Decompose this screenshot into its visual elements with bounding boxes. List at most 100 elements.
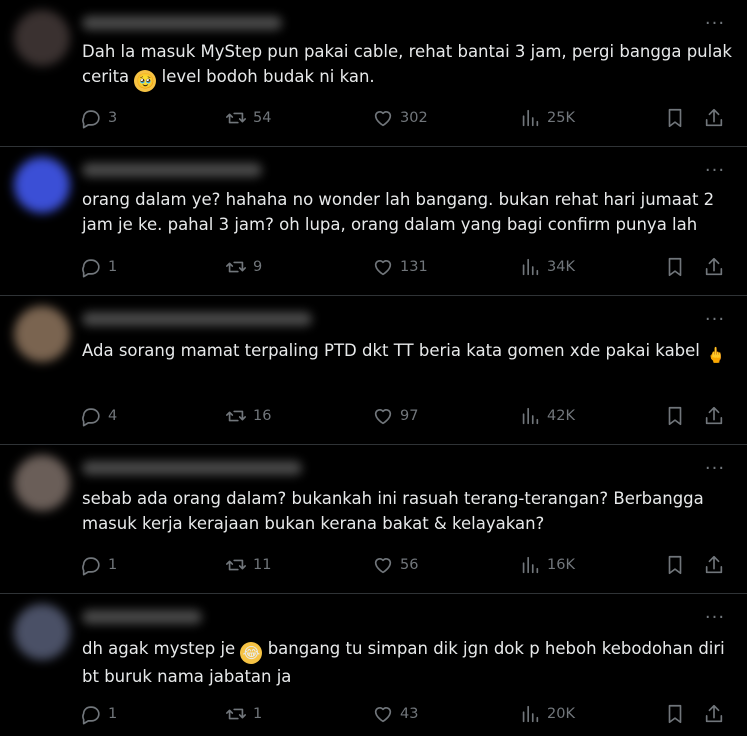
like-count: 131 (400, 259, 428, 275)
repost-button[interactable]: 16 (225, 404, 271, 428)
repost-icon (226, 112, 246, 124)
emoji-tears-of-joy-icon: 😂 (240, 642, 263, 664)
bookmark-icon (668, 406, 682, 426)
like-icon (374, 260, 392, 276)
views-icon (522, 556, 539, 574)
tweet-text-after: level bodoh budak ni kan. (161, 67, 375, 86)
reply-button[interactable]: 1 (80, 255, 117, 279)
more-options-button[interactable]: ··· (703, 15, 727, 38)
tweet-text-before: Ada sorang mamat terpaling PTD dkt TT be… (82, 341, 700, 360)
like-count: 43 (400, 706, 419, 722)
repost-button[interactable]: 1 (225, 702, 262, 726)
like-count: 56 (400, 557, 419, 573)
avatar[interactable] (14, 10, 70, 66)
repost-count: 16 (253, 408, 272, 424)
reply-count: 1 (108, 706, 118, 722)
like-button[interactable]: 43 (372, 702, 418, 726)
share-button[interactable] (703, 553, 725, 577)
avatar[interactable] (14, 604, 70, 660)
blurred-author-header (82, 610, 202, 624)
share-button[interactable] (703, 255, 725, 279)
views-count: 42K (547, 408, 575, 424)
share-icon (705, 704, 723, 723)
views-icon (522, 109, 539, 127)
reply-icon (82, 408, 100, 427)
share-icon (705, 257, 723, 276)
like-button[interactable]: 131 (372, 255, 428, 279)
blurred-author-header (82, 312, 312, 326)
more-options-button[interactable]: ··· (703, 311, 727, 334)
views-count: 25K (547, 110, 575, 126)
bookmark-icon (668, 704, 682, 724)
tweet-text: Dah la masuk MyStep pun pakai cable, reh… (82, 39, 733, 92)
views-count: 16K (547, 557, 575, 573)
bookmark-button[interactable] (664, 255, 686, 279)
reply-button[interactable]: 1 (80, 702, 117, 726)
repost-count: 1 (253, 706, 263, 722)
reply-count: 3 (108, 110, 118, 126)
avatar[interactable] (14, 157, 70, 213)
avatar[interactable] (14, 306, 70, 362)
like-icon (374, 409, 392, 425)
like-icon (374, 558, 392, 574)
reply-count: 1 (108, 259, 118, 275)
views-button[interactable]: 20K (519, 702, 575, 726)
bookmark-icon (668, 555, 682, 575)
share-button[interactable] (703, 106, 725, 130)
repost-button[interactable]: 54 (225, 106, 271, 130)
action-bar: 1 1 43 20K (80, 702, 732, 726)
like-icon (374, 111, 392, 127)
views-icon (522, 258, 539, 276)
views-button[interactable]: 34K (519, 255, 575, 279)
tweet-text-before: sebab ada orang dalam? bukankah ini rasu… (82, 489, 704, 533)
reply-button[interactable]: 3 (80, 106, 117, 130)
like-count: 97 (400, 408, 419, 424)
emoji-middle-finger-icon: 🖕 (706, 346, 726, 364)
reply-button[interactable]: 4 (80, 404, 117, 428)
views-button[interactable]: 25K (519, 106, 575, 130)
avatar[interactable] (14, 455, 70, 511)
repost-icon (226, 708, 246, 720)
tweet[interactable]: ··· sebab ada orang dalam? bukankah ini … (0, 445, 747, 594)
tweet[interactable]: ··· Dah la masuk MyStep pun pakai cable,… (0, 0, 747, 147)
tweet[interactable]: ··· orang dalam ye? hahaha no wonder lah… (0, 147, 747, 296)
share-icon (705, 108, 723, 127)
repost-button[interactable]: 9 (225, 255, 262, 279)
repost-button[interactable]: 11 (225, 553, 271, 577)
bookmark-button[interactable] (664, 702, 686, 726)
bookmark-button[interactable] (664, 404, 686, 428)
reply-button[interactable]: 1 (80, 553, 117, 577)
tweet-text: sebab ada orang dalam? bukankah ini rasu… (82, 486, 733, 536)
blurred-author-header (82, 16, 282, 30)
share-button[interactable] (703, 702, 725, 726)
repost-icon (226, 261, 246, 273)
views-count: 20K (547, 706, 575, 722)
tweet[interactable]: ··· Ada sorang mamat terpaling PTD dkt T… (0, 296, 747, 445)
reply-icon (82, 706, 100, 725)
action-bar: 4 16 97 42K (80, 404, 732, 428)
share-button[interactable] (703, 404, 725, 428)
tweet-text-before: dh agak mystep je (82, 639, 236, 658)
reply-icon (82, 557, 100, 576)
reply-icon (82, 259, 100, 278)
action-bar: 1 11 56 16K (80, 553, 732, 577)
views-button[interactable]: 16K (519, 553, 575, 577)
share-icon (705, 555, 723, 574)
like-button[interactable]: 302 (372, 106, 428, 130)
blurred-author-header (82, 163, 262, 177)
bookmark-button[interactable] (664, 106, 686, 130)
reply-count: 1 (108, 557, 118, 573)
tweet-text: orang dalam ye? hahaha no wonder lah ban… (82, 187, 733, 237)
bookmark-button[interactable] (664, 553, 686, 577)
like-button[interactable]: 97 (372, 404, 418, 428)
more-options-button[interactable]: ··· (703, 162, 727, 185)
more-options-button[interactable]: ··· (703, 609, 727, 632)
tweet[interactable]: ··· dh agak mystep je 😂 bangang tu simpa… (0, 594, 747, 736)
tweet-text: Ada sorang mamat terpaling PTD dkt TT be… (82, 338, 733, 366)
reply-count: 4 (108, 408, 118, 424)
repost-count: 9 (253, 259, 263, 275)
like-button[interactable]: 56 (372, 553, 418, 577)
more-options-button[interactable]: ··· (703, 460, 727, 483)
repost-icon (226, 410, 246, 422)
views-button[interactable]: 42K (519, 404, 575, 428)
